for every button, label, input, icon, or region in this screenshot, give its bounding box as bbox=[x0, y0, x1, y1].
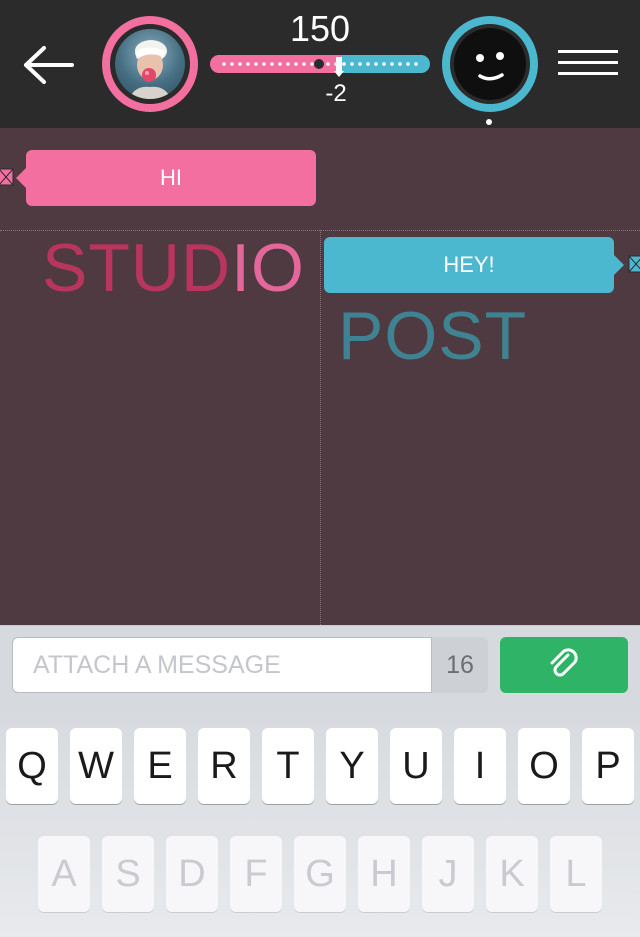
key-d[interactable]: D bbox=[166, 836, 218, 912]
key-u[interactable]: U bbox=[390, 728, 442, 804]
active-indicator bbox=[486, 119, 492, 125]
post-label: POST bbox=[338, 298, 528, 374]
studio-label-part2: IO bbox=[231, 230, 305, 306]
score-top: 150 bbox=[289, 8, 351, 49]
studio-label: STUDIO bbox=[42, 228, 305, 308]
key-r[interactable]: R bbox=[198, 728, 250, 804]
key-y[interactable]: Y bbox=[326, 728, 378, 804]
user-photo-avatar bbox=[115, 29, 185, 99]
arrow-left-icon bbox=[24, 46, 74, 84]
envelope-icon bbox=[0, 168, 14, 186]
envelope-icon bbox=[628, 255, 640, 273]
key-f[interactable]: F bbox=[230, 836, 282, 912]
key-o[interactable]: O bbox=[518, 728, 570, 804]
player-avatar-left[interactable] bbox=[102, 16, 198, 112]
marker-arrow-icon bbox=[334, 71, 344, 77]
key-p[interactable]: P bbox=[582, 728, 634, 804]
back-button[interactable] bbox=[18, 40, 78, 90]
key-a[interactable]: A bbox=[38, 836, 90, 912]
key-t[interactable]: T bbox=[262, 728, 314, 804]
composer-bar: 16 bbox=[0, 625, 640, 704]
conversation-area: HI STUDIO HEY! POST bbox=[0, 128, 640, 625]
key-g[interactable]: G bbox=[294, 836, 346, 912]
divider-vertical bbox=[320, 230, 321, 625]
attach-button[interactable] bbox=[500, 637, 628, 693]
keyboard: Q W E R T Y U I O P A S D F G H J K L bbox=[0, 704, 640, 937]
key-l[interactable]: L bbox=[550, 836, 602, 912]
key-q[interactable]: Q bbox=[6, 728, 58, 804]
score-slider[interactable] bbox=[210, 55, 430, 77]
key-k[interactable]: K bbox=[486, 836, 538, 912]
message-bubble-right[interactable]: HEY! bbox=[324, 237, 624, 293]
key-j[interactable]: J bbox=[422, 836, 474, 912]
menu-button[interactable] bbox=[558, 50, 618, 80]
message-bubble-left[interactable]: HI bbox=[16, 150, 316, 206]
top-bar: 150 -2 bbox=[0, 0, 640, 128]
key-e[interactable]: E bbox=[134, 728, 186, 804]
message-input[interactable] bbox=[12, 637, 432, 693]
key-i[interactable]: I bbox=[454, 728, 506, 804]
player-avatar-right[interactable] bbox=[442, 16, 538, 112]
key-s[interactable]: S bbox=[102, 836, 154, 912]
studio-label-part1: STUD bbox=[42, 230, 232, 306]
score-delta: -2 bbox=[325, 80, 347, 107]
smiley-face-icon bbox=[454, 28, 526, 100]
key-h[interactable]: H bbox=[358, 836, 410, 912]
character-count: 16 bbox=[432, 637, 488, 693]
key-w[interactable]: W bbox=[70, 728, 122, 804]
slider-handle[interactable] bbox=[314, 59, 324, 69]
hamburger-menu-icon bbox=[558, 50, 618, 53]
paperclip-icon bbox=[550, 648, 578, 677]
